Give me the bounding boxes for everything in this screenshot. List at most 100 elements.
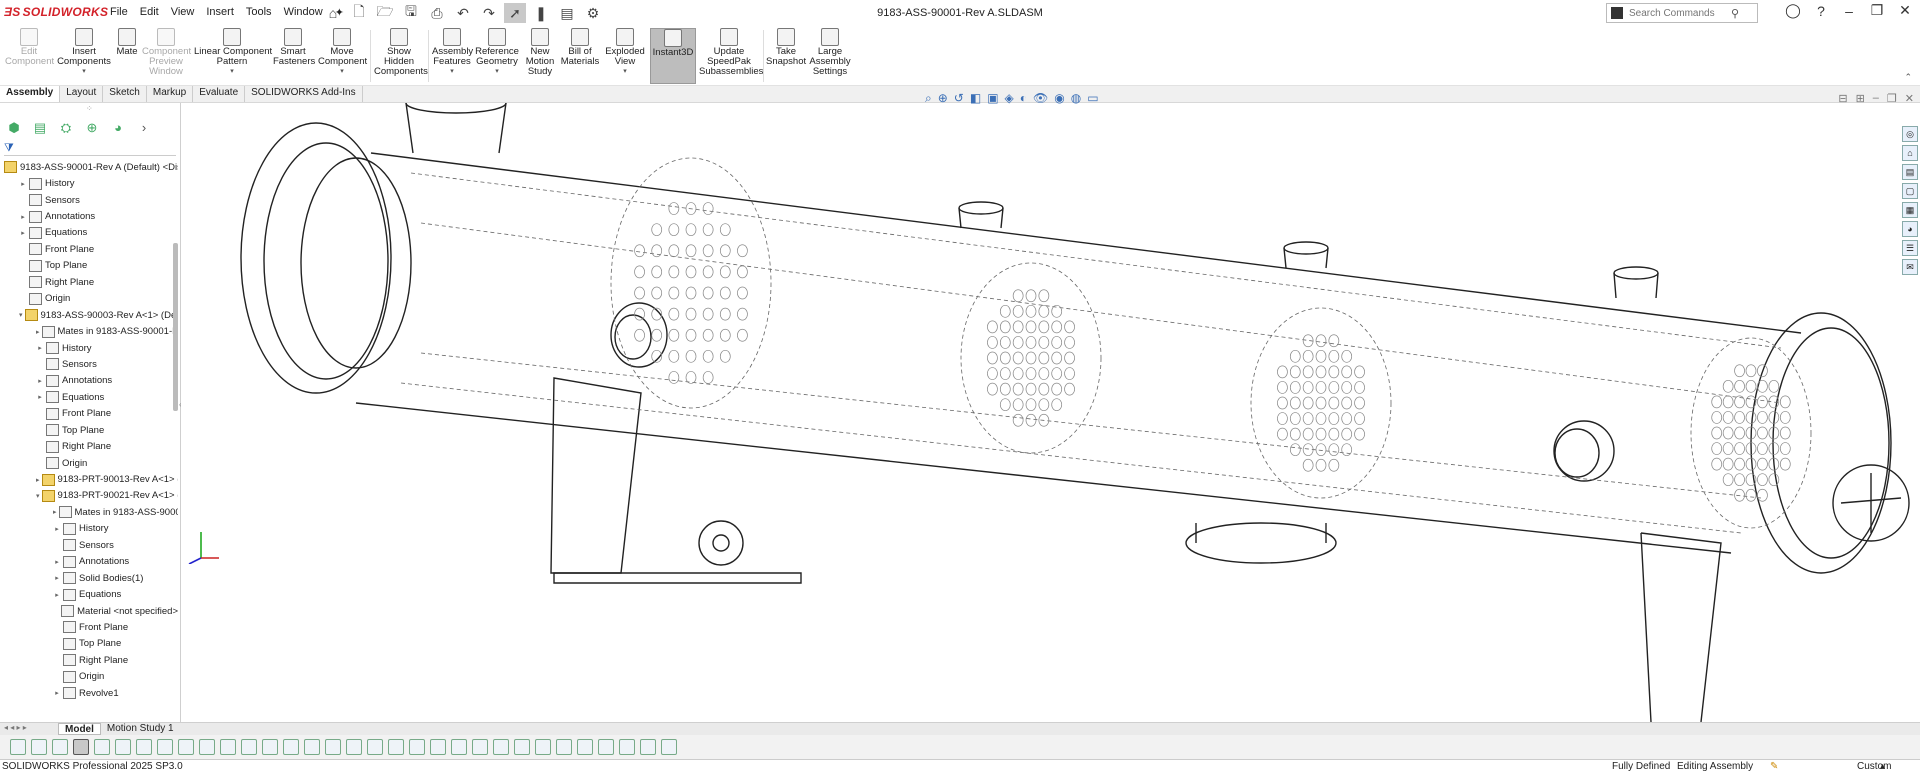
appearances-icon[interactable]: ◕	[1902, 221, 1918, 237]
tree-item[interactable]: Front Plane	[0, 241, 178, 257]
sketch-segment-icon[interactable]	[304, 739, 320, 755]
tree-item[interactable]: 9183-ASS-90001-Rev A (Default) <Disp	[0, 159, 178, 175]
search-commands[interactable]: ⚲	[1606, 3, 1758, 23]
tab-sketch[interactable]: Sketch	[103, 86, 147, 102]
viewport-split-icon[interactable]: ⊞	[1856, 92, 1865, 105]
edit-appearance-icon[interactable]: ◉	[1054, 91, 1064, 106]
expand-toggle-icon[interactable]: ▸	[36, 344, 44, 352]
tab-add-ins[interactable]: SOLIDWORKS Add-Ins	[245, 86, 363, 102]
expand-toggle-icon[interactable]: ▸	[36, 393, 44, 401]
minimize-icon[interactable]: –	[1840, 3, 1858, 19]
tree-item[interactable]: ▸ Mates in 9183-ASS-90001-Re	[0, 323, 178, 339]
geometric-tolerance-icon[interactable]	[409, 739, 425, 755]
tree-item[interactable]: ▸ History	[0, 340, 178, 356]
tree-item[interactable]: Right Plane	[0, 274, 178, 290]
forum-icon[interactable]: ✉	[1902, 259, 1918, 275]
units-selector[interactable]: Custom	[1857, 761, 1891, 772]
panel-drag-handle[interactable]: ⁘	[86, 104, 93, 113]
menu-view[interactable]: View	[165, 6, 201, 19]
tree-item[interactable]: Sensors	[0, 356, 178, 372]
tree-filter[interactable]: ⧩	[4, 142, 176, 156]
face-icon[interactable]	[178, 739, 194, 755]
exploded-view-button[interactable]: Exploded View ▾	[604, 28, 646, 77]
expand-toggle-icon[interactable]: ▸	[36, 328, 40, 336]
tree-item[interactable]: ▸ Solid Bodies(1)	[0, 570, 178, 586]
surface-body-icon[interactable]	[199, 739, 215, 755]
zoom-to-fit-icon[interactable]: ⌕	[925, 91, 932, 106]
expand-toggle-icon[interactable]: ▸	[53, 574, 61, 582]
edge-icon[interactable]	[157, 739, 173, 755]
expand-toggle-icon[interactable]: ▸	[53, 525, 61, 533]
take-snapshot-button[interactable]: Take Snapshot	[766, 28, 806, 67]
expand-toggle-icon[interactable]: ▾	[19, 311, 23, 319]
units-chevron-icon[interactable]: ▴	[1880, 761, 1885, 772]
tree-item[interactable]: ▸ Annotations	[0, 554, 178, 570]
save-icon[interactable]: 🖫	[400, 3, 422, 23]
design-library-icon[interactable]: ▤	[1902, 164, 1918, 180]
box-select-icon[interactable]	[94, 739, 110, 755]
view-palette-icon[interactable]: ▦	[1902, 202, 1918, 218]
large-assembly-settings-button[interactable]: Large Assembly Settings	[808, 28, 852, 77]
tree-item[interactable]: Right Plane	[0, 438, 178, 454]
datum-target-icon[interactable]	[451, 739, 467, 755]
file-properties-icon[interactable]: ▤	[556, 3, 578, 23]
stacked-balloon-icon[interactable]	[535, 739, 551, 755]
previous-view-icon[interactable]: ↺	[954, 91, 964, 106]
expand-toggle-icon[interactable]: ▸	[19, 213, 27, 221]
tree-item[interactable]: ▸ 9183-PRT-90013-Rev A<1> (	[0, 471, 178, 487]
tree-item[interactable]: ▸ Equations	[0, 389, 178, 405]
tab-layout[interactable]: Layout	[60, 86, 104, 102]
print-icon[interactable]: ⎙	[426, 3, 448, 23]
linear-component-pattern-button[interactable]: Linear Component Pattern ▾	[194, 28, 272, 77]
mate-reference-icon[interactable]	[640, 739, 656, 755]
custom-properties-icon[interactable]: ☰	[1902, 240, 1918, 256]
center-mark-icon[interactable]	[556, 739, 572, 755]
apply-scene-icon[interactable]: ◍	[1071, 91, 1081, 106]
clear-filters-icon[interactable]	[31, 739, 47, 755]
selection-tool-icon[interactable]	[73, 739, 89, 755]
section-view-icon[interactable]: ◧	[970, 91, 981, 106]
weld-symbol-icon[interactable]	[472, 739, 488, 755]
component-preview-window-button[interactable]: Component Preview Window	[142, 28, 191, 77]
new-document-icon[interactable]: 🗋	[348, 3, 370, 23]
traffic-light-icon[interactable]: ❚	[530, 3, 552, 23]
vertex-icon[interactable]	[136, 739, 152, 755]
tree-item[interactable]: Sensors	[0, 192, 178, 208]
collapse-ribbon-icon[interactable]: ⌃	[1904, 72, 1912, 83]
tree-item[interactable]: Origin	[0, 455, 178, 471]
viewport-tile-icon[interactable]: ⊟	[1838, 92, 1847, 105]
select-cursor-icon[interactable]: ➚	[504, 3, 526, 23]
solidworks-resources-icon[interactable]: ◎	[1902, 126, 1918, 142]
lasso-select-icon[interactable]	[115, 739, 131, 755]
display-style-icon[interactable]: ◐	[1020, 91, 1027, 106]
move-component-button[interactable]: Move Component ▾	[318, 28, 367, 77]
home-task-icon[interactable]: ⌂	[1902, 145, 1918, 161]
help-icon[interactable]: ?	[1812, 3, 1830, 19]
expand-toggle-icon[interactable]: ▸	[19, 180, 27, 188]
search-input[interactable]	[1627, 6, 1731, 20]
account-icon[interactable]: ◯	[1784, 2, 1802, 19]
instant3d-button[interactable]: Instant3D	[650, 28, 696, 84]
viewport-close-icon[interactable]: ✕	[1905, 92, 1914, 105]
options-gear-icon[interactable]: ⚙	[582, 3, 604, 23]
property-manager-tab-icon[interactable]: ▤	[30, 120, 50, 138]
expand-toggle-icon[interactable]: ▸	[19, 229, 27, 237]
tab-evaluate[interactable]: Evaluate	[193, 86, 246, 102]
tree-item[interactable]: ▸ Equations	[0, 586, 178, 602]
undo-icon[interactable]: ↶	[452, 3, 474, 23]
mate-button[interactable]: Mate	[114, 28, 140, 57]
tab-motion-study-1[interactable]: Motion Study 1	[101, 723, 180, 735]
note-icon[interactable]	[388, 739, 404, 755]
display-manager-tab-icon[interactable]: ◕	[108, 120, 128, 138]
tree-item[interactable]: Material <not specified>	[0, 603, 178, 619]
tree-item[interactable]: Top Plane	[0, 636, 178, 652]
sketch-point-icon[interactable]	[283, 739, 299, 755]
search-icon[interactable]: ⚲	[1731, 7, 1739, 20]
tree-item[interactable]: ▾ 9183-PRT-90021-Rev A<1> (	[0, 488, 178, 504]
tree-scrollbar[interactable]	[173, 243, 178, 411]
connection-point-icon[interactable]	[598, 739, 614, 755]
expand-toggle-icon[interactable]: ▾	[36, 492, 40, 500]
restore-icon[interactable]: ❐	[1868, 2, 1886, 19]
bill-of-materials-button[interactable]: Bill of Materials	[560, 28, 600, 67]
solidworks-logo[interactable]: ƎS SOLIDWORKS	[4, 5, 108, 19]
